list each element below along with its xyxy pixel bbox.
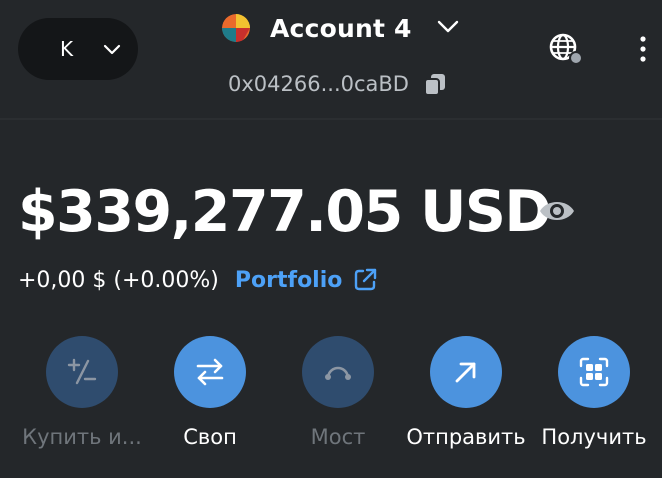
network-letter: K	[60, 37, 74, 61]
account-address: 0x04266...0caBD	[228, 72, 409, 96]
bridge-label: Мост	[310, 425, 366, 449]
balance-change-row: +0,00 $ (+0.00%) Portfolio	[18, 262, 378, 298]
buy-sell-action[interactable]: Купить и...	[17, 336, 147, 449]
receive-button[interactable]	[558, 336, 630, 408]
portfolio-label: Portfolio	[234, 267, 343, 293]
bridge-icon	[325, 366, 351, 380]
swap-action[interactable]: Своп	[145, 336, 275, 449]
eye-icon[interactable]	[539, 197, 575, 225]
account-address-copy[interactable]: 0x04266...0caBD	[228, 66, 447, 102]
qr-code-icon	[579, 357, 609, 387]
header-divider	[0, 118, 662, 120]
account-avatar	[222, 14, 250, 42]
swap-button[interactable]	[174, 336, 246, 408]
balance-change: +0,00 $ (+0.00%)	[18, 267, 219, 293]
more-menu-icon[interactable]	[635, 34, 651, 64]
bridge-action[interactable]: Мост	[273, 336, 403, 449]
account-name: Account 4	[270, 13, 412, 43]
bridge-button[interactable]	[302, 336, 374, 408]
buy-sell-label: Купить и...	[22, 425, 142, 449]
copy-icon	[423, 74, 445, 96]
buy-sell-icon	[67, 358, 97, 385]
chevron-down-icon	[103, 44, 121, 55]
send-label: Отправить	[406, 425, 526, 449]
globe-connection-icon[interactable]	[548, 32, 582, 66]
account-picker[interactable]: Account 4	[222, 8, 412, 48]
portfolio-link[interactable]: Portfolio	[235, 267, 379, 293]
swap-label: Своп	[183, 425, 237, 449]
send-action[interactable]: Отправить	[401, 336, 531, 449]
external-link-icon	[355, 268, 377, 291]
buy-sell-button[interactable]	[46, 336, 118, 408]
receive-action[interactable]: Получить	[529, 336, 659, 449]
send-arrow-icon	[455, 362, 476, 383]
total-balance: $339,277.05 USD	[18, 179, 552, 245]
account-chevron-down-icon[interactable]	[436, 14, 460, 38]
send-button[interactable]	[430, 336, 502, 408]
swap-icon	[196, 358, 224, 386]
receive-label: Получить	[541, 425, 647, 449]
network-picker[interactable]: K	[18, 18, 138, 80]
